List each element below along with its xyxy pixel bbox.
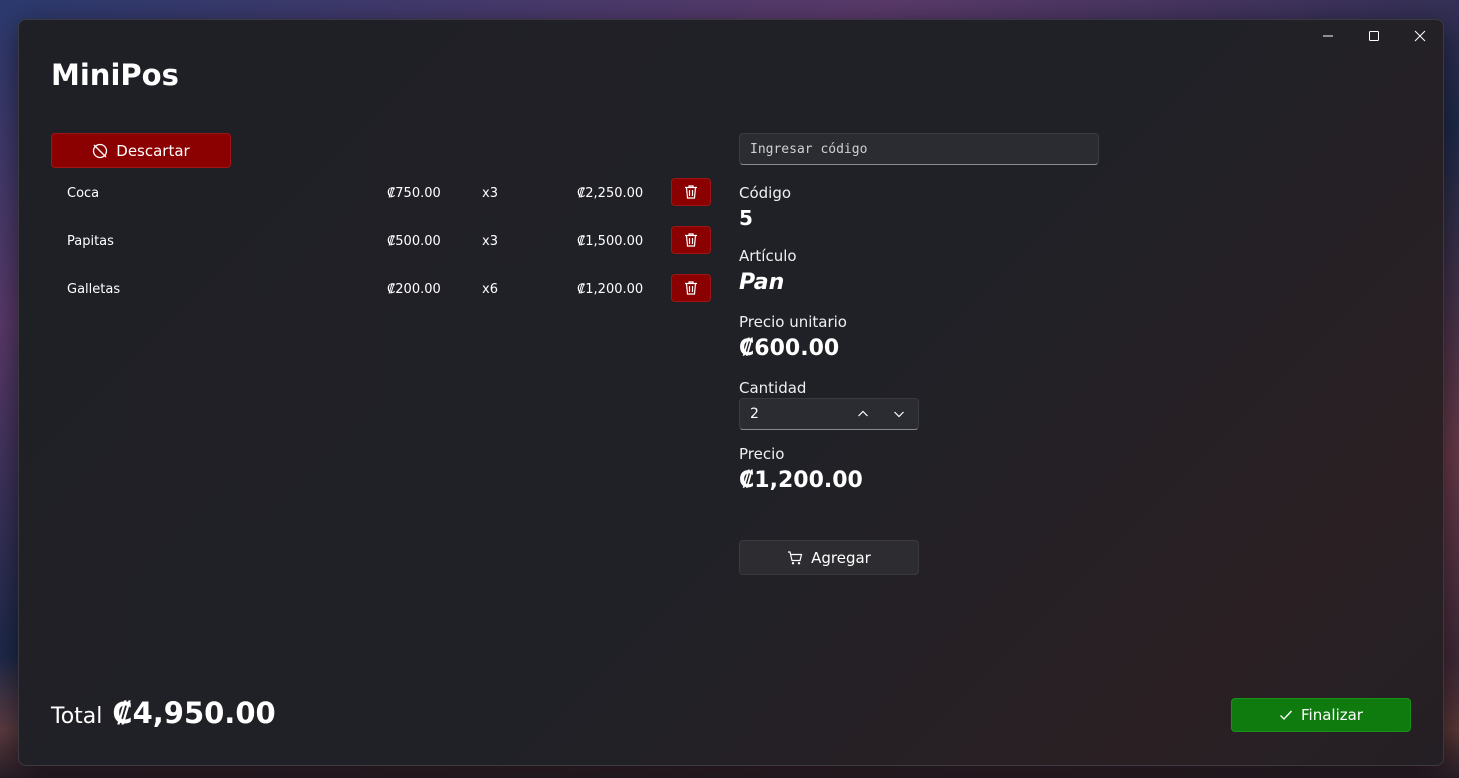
finalize-button[interactable]: Finalizar (1231, 698, 1411, 732)
checkmark-icon (1280, 710, 1293, 721)
quantity-decrement-button[interactable] (882, 399, 916, 429)
cart-item-row: Coca ₡750.00 x3 ₡2,250.00 (51, 178, 711, 208)
cart-item-unit-price: ₡750.00 (387, 186, 441, 201)
minimize-icon (1323, 35, 1333, 37)
total-label: Total (51, 704, 103, 729)
cart-item-qty: x6 (482, 282, 498, 297)
unit-price-label: Precio unitario (739, 313, 847, 331)
quantity-stepper[interactable]: 2 (739, 398, 919, 430)
app-title: MiniPos (51, 58, 179, 92)
quantity-increment-button[interactable] (846, 399, 880, 429)
price-value: ₡1,200.00 (739, 468, 863, 493)
delete-item-button[interactable] (671, 274, 711, 302)
maximize-button[interactable] (1351, 20, 1397, 52)
discard-icon (93, 143, 108, 158)
cart-item-name: Coca (67, 186, 100, 201)
code-label: Código (739, 184, 792, 202)
trash-icon (685, 233, 697, 247)
finalize-label: Finalizar (1301, 706, 1363, 724)
minimize-button[interactable] (1305, 20, 1351, 52)
cart-item-row: Galletas ₡200.00 x6 ₡1,200.00 (51, 274, 711, 304)
add-label: Agregar (811, 548, 871, 567)
maximize-icon (1369, 31, 1379, 41)
unit-price-value: ₡600.00 (739, 336, 840, 361)
cart-item-total: ₡2,250.00 (577, 186, 644, 201)
window-caption-buttons (1305, 20, 1443, 52)
total-summary: Total ₡4,950.00 (51, 696, 276, 730)
code-value: 5 (739, 206, 753, 230)
chevron-up-icon (858, 410, 868, 417)
app-window: MiniPos Descartar Coca ₡750.00 x3 ₡2,250… (18, 19, 1444, 766)
delete-item-button[interactable] (671, 178, 711, 206)
price-label: Precio (739, 445, 785, 463)
cart-item-name: Galletas (67, 282, 121, 297)
trash-icon (685, 281, 697, 295)
cart-item-total: ₡1,500.00 (577, 234, 644, 249)
item-value: Pan (739, 270, 785, 295)
cart-item-qty: x3 (482, 186, 498, 201)
trash-icon (685, 185, 697, 199)
cart-item-unit-price: ₡500.00 (387, 234, 441, 249)
close-button[interactable] (1397, 20, 1443, 52)
delete-item-button[interactable] (671, 226, 711, 254)
code-input[interactable] (739, 133, 1099, 165)
cart-item-name: Papitas (67, 234, 114, 249)
close-icon (1414, 30, 1426, 42)
discard-label: Descartar (116, 141, 190, 160)
quantity-value: 2 (750, 406, 759, 422)
cart-item-row: Papitas ₡500.00 x3 ₡1,500.00 (51, 226, 711, 256)
cart-item-qty: x3 (482, 234, 498, 249)
chevron-down-icon (894, 411, 904, 418)
cart-item-total: ₡1,200.00 (577, 282, 644, 297)
cart-icon (788, 550, 803, 564)
discard-button[interactable]: Descartar (51, 133, 231, 168)
item-label: Artículo (739, 247, 797, 265)
add-button[interactable]: Agregar (739, 540, 919, 575)
quantity-label: Cantidad (739, 379, 807, 397)
total-value: ₡4,950.00 (112, 696, 276, 730)
cart-item-unit-price: ₡200.00 (387, 282, 441, 297)
